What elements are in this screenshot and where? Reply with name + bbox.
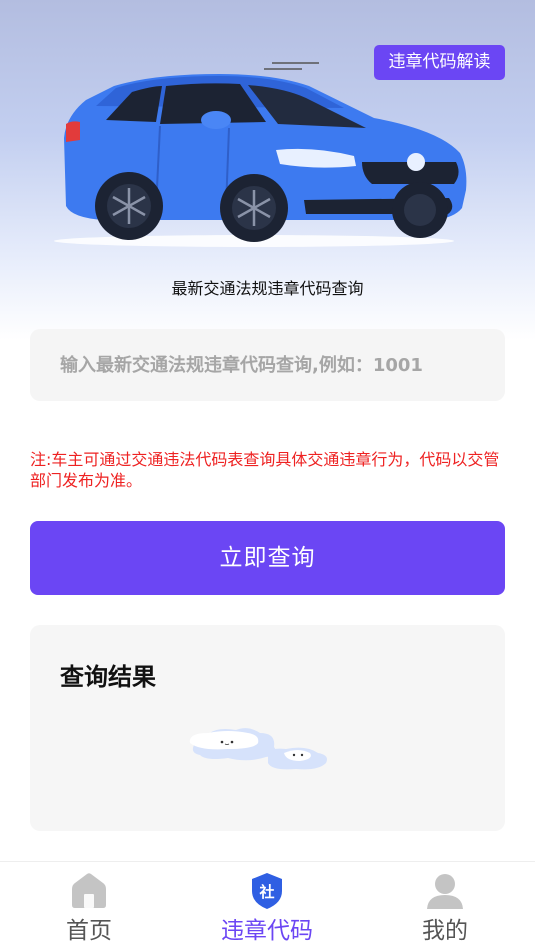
empty-state-icon [189,728,327,770]
tab-home[interactable]: 首页 [0,862,178,951]
car-illustration [54,62,467,247]
tab-mine-label: 我的 [422,918,468,944]
tab-mine[interactable]: 我的 [356,862,534,951]
shield-icon: 社 [252,873,282,909]
notice-text: 注:车主可通过交通违法代码表查询具体交通违章行为，代码以交管部门发布为准。 [30,450,500,490]
home-icon [72,873,106,908]
bottom-tab-bar: 首页 社 违章代码 我的 [0,861,535,951]
shield-char: 社 [258,883,274,901]
hero-subtitle: 最新交通法规违章代码查询 [171,279,364,298]
tab-home-label: 首页 [66,918,112,944]
user-icon [427,874,463,909]
search-box [30,329,505,401]
result-card: 查询结果 [30,625,505,831]
result-title: 查询结果 [60,663,156,691]
tab-violation-code-label: 违章代码 [221,918,313,944]
violation-code-explain-button[interactable]: 违章代码解读 [374,45,505,80]
tab-violation-code[interactable]: 社 违章代码 [178,862,356,951]
violation-code-input[interactable] [30,329,505,401]
hero-banner: 违章代码解读 最新交通法规违章代码查询 [0,0,535,340]
query-now-button[interactable]: 立即查询 [30,521,505,595]
